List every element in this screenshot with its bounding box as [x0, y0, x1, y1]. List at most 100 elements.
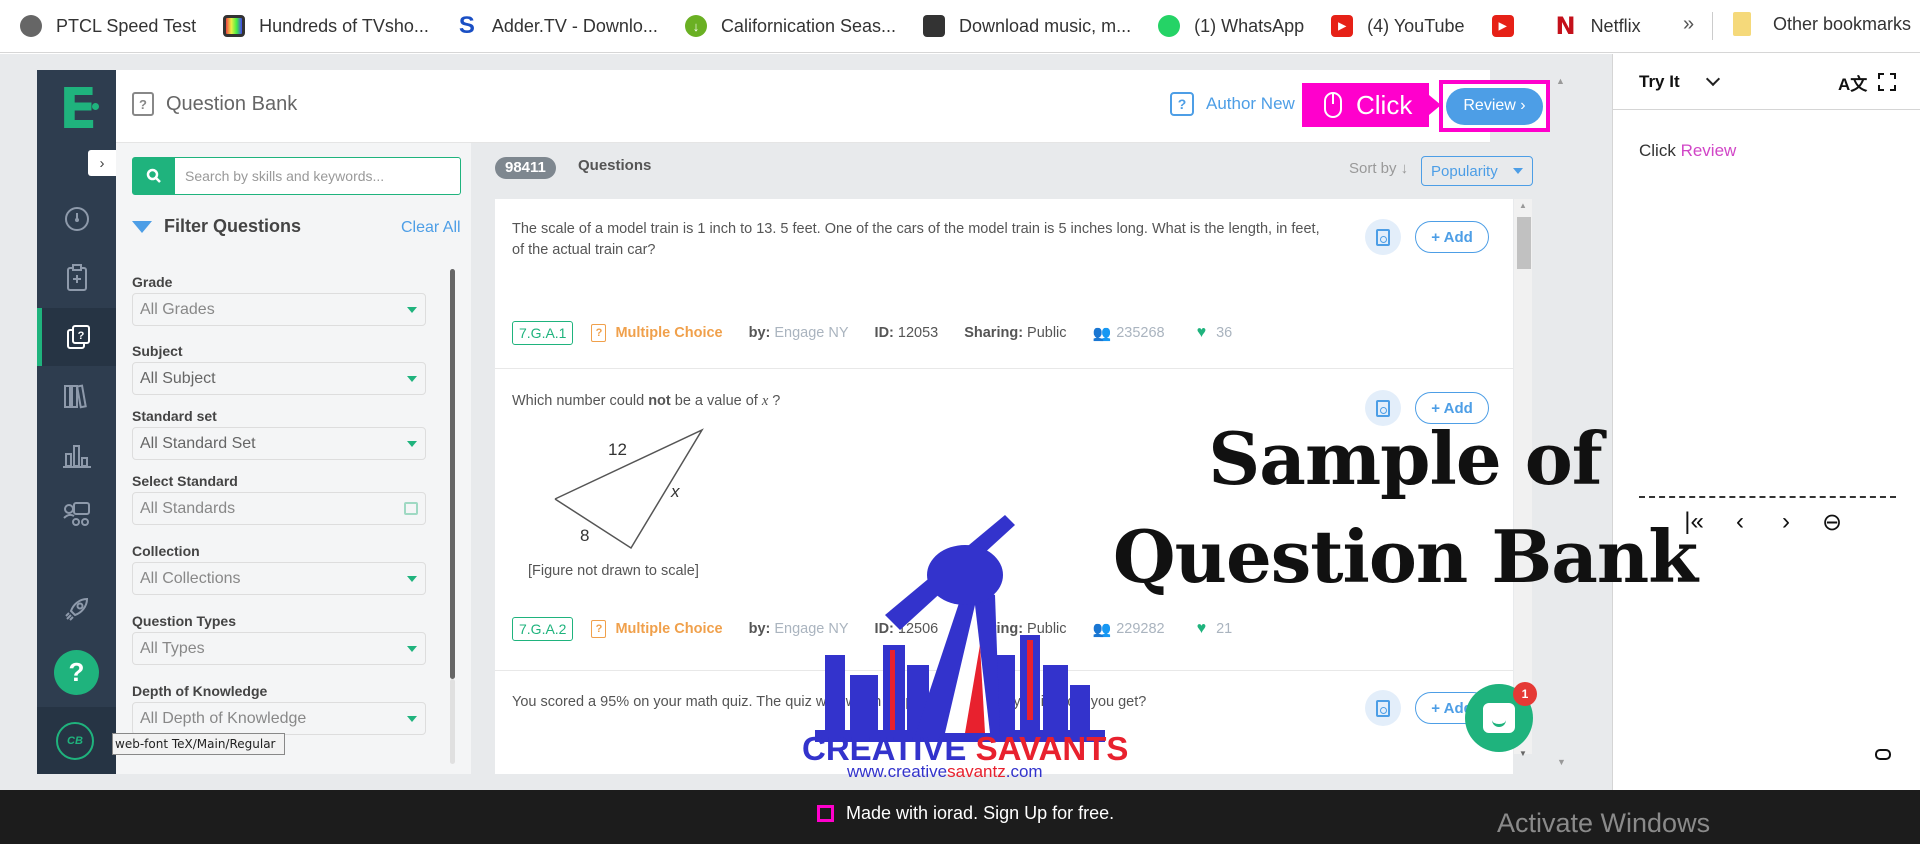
author-new-label: Author New [1206, 94, 1295, 113]
nav-dashboard[interactable] [37, 190, 116, 248]
clipboard-plus-icon [66, 264, 87, 291]
side-label-12: 12 [608, 440, 627, 459]
clear-all-link[interactable]: Clear All [401, 219, 461, 237]
user-avatar[interactable]: CB [56, 722, 94, 760]
preview-button[interactable] [1365, 690, 1401, 726]
review-button[interactable]: Review › [1446, 87, 1543, 125]
page-scroll-down[interactable]: ▼ [1557, 757, 1566, 767]
logo-dot [92, 103, 99, 110]
question-types-select[interactable]: All Types [132, 632, 426, 665]
engage-logo[interactable]: E [59, 82, 97, 138]
nav-assignments[interactable] [37, 249, 116, 307]
results-count-label: Questions [578, 157, 652, 174]
question-types-value: All Types [140, 640, 205, 657]
bookmark-whatsapp[interactable]: (1) WhatsApp [1158, 15, 1304, 37]
author-new-button[interactable]: ? Author New [1170, 92, 1295, 116]
preview-doc-icon [1376, 228, 1390, 246]
bookmark-ptcl[interactable]: PTCL Speed Test [20, 15, 196, 37]
download-arrow-icon: ↓ [684, 15, 707, 37]
bookmarks-bar: PTCL Speed Test Hundreds of TVsho... S A… [0, 0, 1920, 53]
zoom-out-icon[interactable]: ⊖ [1821, 508, 1843, 537]
nav-getting-started[interactable] [37, 580, 116, 638]
subject-select[interactable]: All Subject [132, 362, 426, 395]
expand-nav-button[interactable]: › [88, 150, 116, 176]
page-scroll-up[interactable]: ▲ [1556, 76, 1565, 86]
dok-label: Depth of Knowledge [132, 683, 268, 699]
bookmark-download-music[interactable]: Download music, m... [923, 15, 1131, 37]
bookmark-californication[interactable]: ↓ Californication Seas... [684, 15, 896, 37]
question-text: Which number could not be a value of x ? [512, 391, 780, 412]
bookmark-netflix[interactable]: N Netflix [1555, 12, 1641, 40]
author-label: by: [748, 325, 771, 341]
nav-library[interactable] [37, 367, 116, 425]
select-standard-field[interactable]: All Standards [132, 492, 426, 525]
bookmark-label: Download music, m... [959, 15, 1132, 36]
filter-scrollbar-track[interactable] [450, 679, 455, 764]
bookmarks-overflow-button[interactable]: » [1683, 13, 1694, 36]
mouse-icon [1324, 92, 1342, 118]
collection-select[interactable]: All Collections [132, 562, 426, 595]
search-input[interactable] [175, 158, 460, 194]
bookmark-label: (4) YouTube [1367, 15, 1465, 36]
nav-question-bank[interactable]: ? [37, 308, 116, 366]
heart-icon[interactable]: ♥ [1197, 324, 1207, 342]
whatsapp-icon [1158, 15, 1181, 37]
preview-button[interactable] [1365, 219, 1401, 255]
collection-value: All Collections [140, 570, 241, 587]
filter-panel: Filter Questions Clear All Grade All Gra… [116, 143, 471, 774]
grade-select[interactable]: All Grades [132, 293, 426, 326]
side-panel-header: Try It A文 [1613, 54, 1920, 110]
question-bank-icon: ? [132, 92, 154, 116]
standards-picker-icon[interactable] [404, 502, 418, 515]
bar-chart-icon [62, 445, 91, 468]
caret-down-icon [407, 376, 417, 382]
folder-icon [1733, 12, 1751, 36]
heart-icon[interactable]: ♥ [1197, 620, 1207, 638]
bookmarks-divider [1712, 12, 1713, 40]
search-icon [146, 168, 161, 183]
grade-value: All Grades [140, 301, 215, 318]
translate-icon[interactable]: A文 [1838, 70, 1867, 95]
filter-scrollbar-thumb[interactable] [450, 269, 455, 679]
mode-selector[interactable]: Try It [1639, 72, 1680, 92]
question-text-part: be a value of [670, 393, 762, 409]
scroll-down-arrow[interactable]: ▼ [1519, 749, 1527, 758]
help-button[interactable]: ? [54, 650, 99, 695]
standard-set-select[interactable]: All Standard Set [132, 427, 426, 460]
caret-down-icon [407, 441, 417, 447]
caret-down-icon [407, 646, 417, 652]
other-bookmarks[interactable]: Other bookmarks [1733, 12, 1911, 36]
nav-reports[interactable] [37, 426, 116, 484]
sort-select[interactable]: Popularity [1421, 156, 1533, 186]
stack-icon[interactable] [1875, 749, 1891, 760]
bookmark-label: Adder.TV - Downlo... [491, 15, 658, 36]
review-highlight: Review › [1439, 80, 1550, 132]
instruction-text: Click [1639, 141, 1681, 160]
add-question-button[interactable]: + Add [1415, 221, 1489, 253]
svg-text:?: ? [78, 330, 85, 342]
standard-badge[interactable]: 7.G.A.1 [512, 321, 574, 345]
nav-groups[interactable] [37, 485, 116, 543]
overlay-title: Sample of Question Bank [1112, 416, 1698, 599]
bookmark-adder[interactable]: S Adder.TV - Downlo... [456, 12, 658, 39]
iorad-signup-link[interactable]: Made with iorad. Sign Up for free. [846, 803, 1114, 824]
fullscreen-icon[interactable] [1878, 73, 1896, 91]
likes-count: 21 [1216, 621, 1233, 637]
scroll-up-arrow[interactable]: ▲ [1519, 201, 1527, 210]
dok-select[interactable]: All Depth of Knowledge [132, 702, 426, 735]
side-label-8: 8 [580, 526, 589, 545]
list-scrollbar-thumb[interactable] [1517, 217, 1531, 269]
search-button[interactable] [133, 158, 175, 194]
standard-badge[interactable]: 7.G.A.2 [512, 617, 574, 641]
bookmark-youtube[interactable]: ▶ (4) YouTube [1331, 15, 1465, 37]
bookmark-tvshows[interactable]: Hundreds of TVsho... [223, 15, 429, 37]
bookmark-label: PTCL Speed Test [56, 15, 197, 36]
filter-title: Filter Questions [164, 216, 302, 236]
bookmark-label: Hundreds of TVsho... [259, 15, 429, 36]
bookmark-youtube-2[interactable]: ▶ [1491, 15, 1528, 37]
chevron-down-icon[interactable] [1705, 71, 1721, 87]
netflix-icon: N [1555, 12, 1576, 40]
subject-value: All Subject [140, 370, 216, 387]
font-tooltip: web-font TeX/Main/Regular [112, 733, 285, 755]
library-icon [63, 384, 87, 409]
